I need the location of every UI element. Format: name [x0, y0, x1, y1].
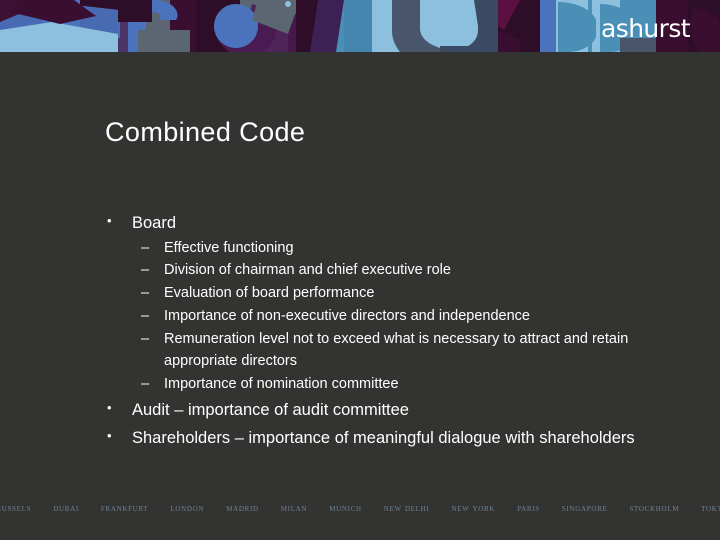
footer-city: Paris: [517, 504, 540, 514]
bullet-list: • Board – Effective functioning – Divisi…: [100, 210, 680, 451]
dash-marker-icon: –: [141, 376, 150, 393]
sub-list-item-label: Importance of non-executive directors an…: [164, 307, 530, 324]
page-title: Combined Code: [105, 117, 306, 147]
list-item-label: Board: [132, 214, 177, 232]
list-item: • Audit – importance of audit committee: [100, 397, 680, 424]
sub-list-item: – Effective functioning: [132, 237, 680, 260]
dash-marker-icon: –: [141, 330, 150, 347]
sub-list-item: – Importance of non-executive directors …: [132, 305, 680, 328]
footer-city: Madrid: [226, 504, 259, 514]
sub-list-item-label: Importance of nomination committee: [164, 376, 399, 393]
sub-list-item-label: Division of chairman and chief executive…: [164, 262, 451, 279]
slide-canvas: ashurst Combined Code • Board – Effectiv…: [0, 0, 720, 540]
list-item-label: Shareholders – importance of meaningful …: [132, 428, 635, 447]
slide-body: • Board – Effective functioning – Divisi…: [100, 210, 680, 452]
footer-city: Singapore: [561, 504, 608, 514]
list-item: • Board – Effective functioning – Divisi…: [100, 210, 680, 396]
sub-list-item-label: Evaluation of board performance: [164, 285, 375, 302]
footer-city: Stockholm: [629, 504, 680, 514]
sub-list-item-label: Effective functioning: [164, 239, 294, 256]
bullet-marker-icon: •: [107, 427, 112, 443]
footer-city: Milan: [280, 504, 308, 514]
footer-city: New York: [451, 504, 496, 514]
dash-marker-icon: –: [141, 307, 150, 324]
footer-city: Brussels: [0, 504, 32, 514]
footer-city: Dubai: [53, 504, 79, 514]
dash-marker-icon: –: [141, 239, 150, 256]
header-banner: ashurst: [0, 0, 720, 52]
sub-list-item: – Division of chairman and chief executi…: [132, 259, 680, 282]
ashurst-logo: ashurst: [601, 14, 691, 43]
dash-marker-icon: –: [141, 262, 150, 279]
footer-city: Munich: [329, 504, 362, 514]
footer-city: Frankfurt: [100, 504, 149, 514]
list-item-label: Audit – importance of audit committee: [132, 400, 409, 419]
footer-city: Tokyo: [701, 504, 720, 514]
sub-bullet-list: – Effective functioning – Division of ch…: [132, 237, 680, 396]
bullet-marker-icon: •: [107, 213, 112, 228]
office-locations-footer: Brussels Dubai Frankfurt London Madrid M…: [0, 504, 720, 514]
list-item: • Shareholders – importance of meaningfu…: [100, 425, 680, 452]
bullet-marker-icon: •: [107, 399, 112, 415]
footer-city: London: [170, 504, 205, 514]
dash-marker-icon: –: [141, 285, 150, 302]
sub-list-item: – Evaluation of board performance: [132, 282, 680, 305]
sub-list-item-label: Remuneration level not to exceed what is…: [164, 330, 629, 370]
footer-city: New Delhi: [383, 504, 430, 514]
sub-list-item: – Importance of nomination committee: [132, 373, 680, 396]
sub-list-item: – Remuneration level not to exceed what …: [132, 328, 680, 374]
